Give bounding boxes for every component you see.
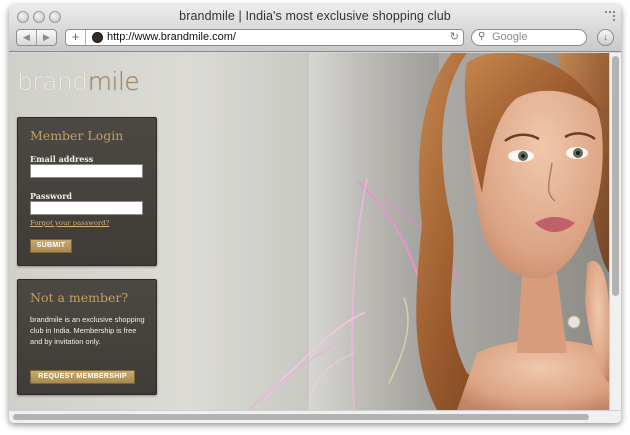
- password-field[interactable]: [30, 201, 143, 215]
- add-bookmark-button[interactable]: +: [66, 30, 86, 45]
- search-placeholder: Google: [492, 31, 528, 43]
- logo-text-mile: mile: [87, 67, 140, 96]
- member-login-panel: Member Login Email address Password Forg…: [17, 117, 157, 266]
- window-title: brandmile | India's most exclusive shopp…: [179, 9, 451, 23]
- model-photo: [397, 53, 609, 410]
- browser-window: brandmile | India's most exclusive shopp…: [9, 5, 621, 423]
- email-field[interactable]: [30, 164, 143, 178]
- email-label: Email address: [30, 154, 94, 164]
- submit-button[interactable]: SUBMIT: [30, 239, 72, 253]
- site-favicon-icon: [92, 32, 103, 43]
- fullscreen-icon[interactable]: [605, 11, 615, 21]
- membership-description: brandmile is an exclusive shopping club …: [30, 315, 145, 346]
- address-bar[interactable]: + http://www.brandmile.com/ ↻: [65, 29, 464, 46]
- search-icon: ⚲: [478, 31, 486, 42]
- search-field[interactable]: ⚲ Google: [471, 29, 587, 46]
- forgot-password-link[interactable]: Forgot your password?: [30, 219, 109, 227]
- signup-heading: Not a member?: [30, 290, 129, 305]
- horizontal-scrollbar[interactable]: [9, 410, 621, 423]
- forward-button[interactable]: ▶: [36, 30, 56, 45]
- vertical-scrollbar[interactable]: [609, 53, 621, 410]
- back-button[interactable]: ◀: [17, 30, 36, 45]
- title-bar: brandmile | India's most exclusive shopp…: [9, 5, 621, 52]
- downloads-button[interactable]: ↓: [597, 29, 614, 46]
- page-content: brandmile Member Login Email address Pas…: [9, 53, 609, 410]
- vertical-scroll-thumb[interactable]: [612, 56, 619, 296]
- request-membership-button[interactable]: REQUEST MEMBERSHIP: [30, 370, 135, 384]
- horizontal-scroll-thumb[interactable]: [13, 414, 589, 420]
- brandmile-logo[interactable]: brandmile: [17, 67, 140, 96]
- not-a-member-panel: Not a member? brandmile is an exclusive …: [17, 279, 157, 395]
- logo-text-brand: brand: [17, 67, 88, 96]
- url-text[interactable]: http://www.brandmile.com/: [107, 31, 236, 43]
- reload-icon[interactable]: ↻: [450, 30, 459, 43]
- login-heading: Member Login: [30, 128, 124, 143]
- password-label: Password: [30, 191, 73, 201]
- navigation-buttons: ◀ ▶: [16, 29, 57, 46]
